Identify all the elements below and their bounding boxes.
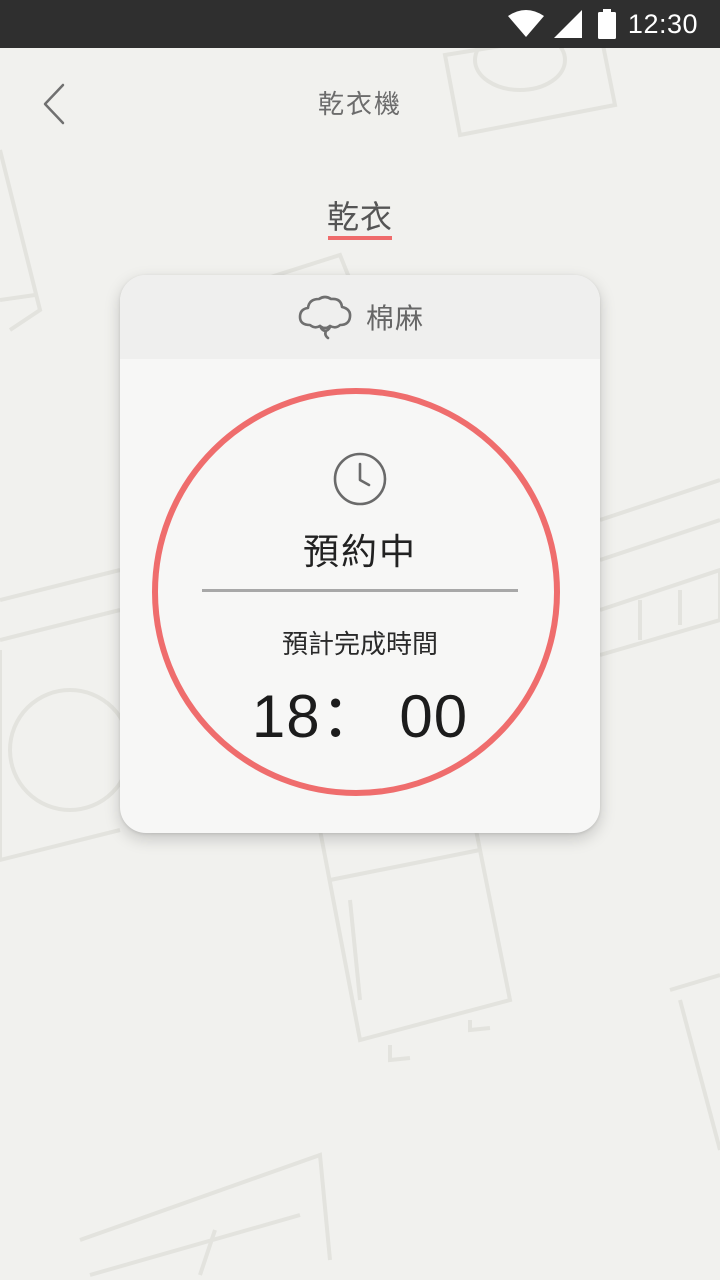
reservation-status: 預約中 (302, 532, 417, 573)
signal-icon (553, 10, 582, 38)
cotton-icon (296, 293, 354, 341)
page-title: 乾衣機 (317, 90, 402, 120)
status-icons: 12:30 (507, 0, 698, 48)
clock-icon (333, 452, 387, 506)
tab-label: 乾衣 (326, 198, 393, 236)
battery-icon (597, 9, 616, 39)
divider (202, 589, 518, 592)
status-bar: 12:30 (0, 0, 720, 48)
program-status-card: 棉麻 預約中 預計完成時間 18： 00 (120, 275, 600, 833)
mode-label: 棉麻 (365, 302, 424, 335)
status-time: 12:30 (627, 8, 698, 39)
wifi-icon (507, 10, 544, 38)
estimated-finish-label: 預計完成時間 (281, 630, 438, 660)
card-header: 棉麻 (120, 275, 600, 359)
estimated-finish-time: 18： 00 (251, 683, 469, 750)
tab-dry[interactable]: 乾衣 (310, 188, 410, 244)
tab-active-indicator (328, 236, 392, 240)
